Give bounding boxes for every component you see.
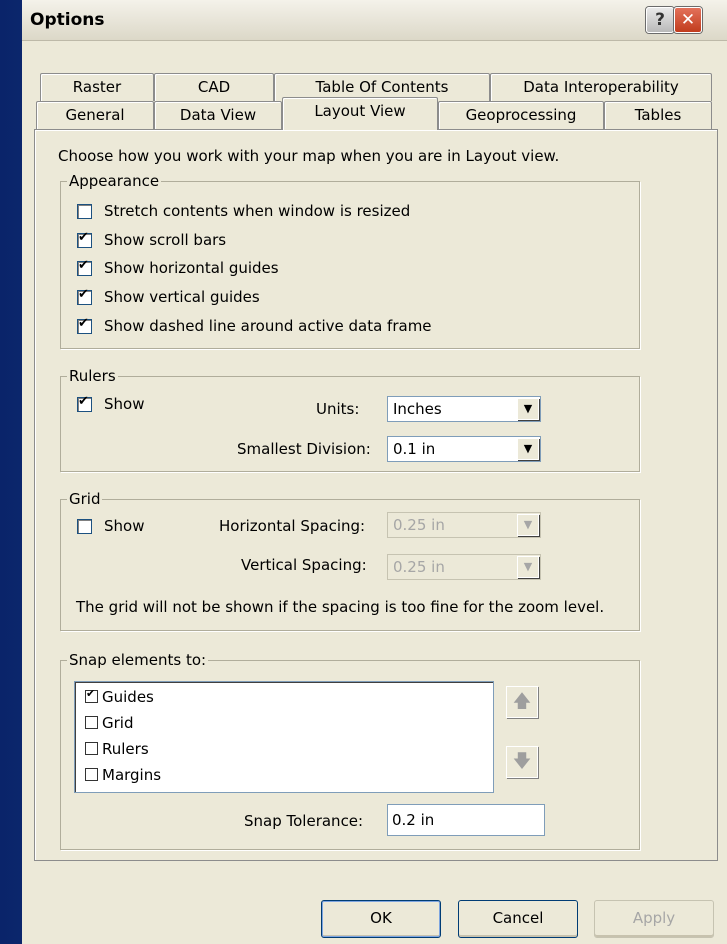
horizontal-guides-checkbox[interactable] (77, 258, 92, 276)
dashed-line-label: Show dashed line around active data fram… (104, 317, 432, 335)
scroll-bars-checkbox[interactable] (77, 230, 92, 248)
rulers-show-label: Show (104, 395, 145, 413)
grid-legend: Grid (67, 490, 103, 508)
tab-geoprocessing[interactable]: Geoprocessing (438, 101, 604, 129)
move-up-button[interactable]: 🡅 (506, 686, 538, 718)
snap-guides-label: Guides (102, 688, 154, 706)
cancel-button[interactable]: Cancel (458, 900, 578, 938)
dashed-line-checkbox[interactable] (77, 316, 92, 334)
appearance-legend: Appearance (67, 172, 162, 190)
snap-item-grid[interactable]: Grid (85, 714, 133, 732)
horizontal-spacing-value: 0.25 in (393, 516, 445, 534)
snap-rulers-label: Rulers (102, 740, 149, 758)
vertical-spacing-select[interactable]: 0.25 in ▼ (387, 554, 541, 580)
grid-show-label: Show (104, 517, 145, 535)
units-value: Inches (393, 400, 442, 418)
move-down-button[interactable]: 🡇 (506, 746, 538, 778)
snap-guides-checkbox[interactable] (85, 687, 98, 703)
help-button[interactable]: ? (646, 7, 674, 33)
arrow-down-icon: 🡇 (512, 751, 532, 772)
tab-general[interactable]: General (36, 101, 154, 129)
vertical-guides-label: Show vertical guides (104, 288, 260, 306)
arrow-up-icon: 🡅 (512, 691, 532, 712)
tab-raster[interactable]: Raster (40, 73, 154, 101)
tab-cad[interactable]: CAD (154, 73, 274, 101)
apply-button[interactable]: Apply (594, 900, 714, 938)
snap-legend: Snap elements to: (67, 651, 209, 669)
snap-rulers-checkbox[interactable] (85, 742, 98, 755)
horizontal-guides-label: Show horizontal guides (104, 259, 279, 277)
rulers-legend: Rulers (67, 367, 118, 385)
snap-tolerance-input[interactable]: 0.2 in (387, 804, 545, 836)
smallest-division-value: 0.1 in (393, 440, 436, 458)
tab-layout-view[interactable]: Layout View (282, 97, 438, 130)
smallest-division-label: Smallest Division: (237, 440, 371, 458)
vertical-spacing-label: Vertical Spacing: (241, 556, 367, 574)
chevron-down-icon[interactable]: ▼ (517, 556, 539, 578)
close-button[interactable]: ✕ (674, 7, 702, 33)
snap-tolerance-label: Snap Tolerance: (244, 812, 364, 830)
chevron-down-icon[interactable]: ▼ (517, 398, 539, 420)
snap-grid-checkbox[interactable] (85, 716, 98, 729)
grid-note: The grid will not be shown if the spacin… (76, 598, 605, 616)
tab-data-interoperability[interactable]: Data Interoperability (490, 73, 712, 101)
snap-margins-checkbox[interactable] (85, 768, 98, 781)
vertical-guides-checkbox[interactable] (77, 287, 92, 305)
snap-item-margins[interactable]: Margins (85, 766, 161, 784)
horizontal-spacing-label: Horizontal Spacing: (219, 517, 366, 535)
tab-data-view[interactable]: Data View (154, 101, 282, 129)
snap-grid-label: Grid (102, 714, 134, 732)
grid-show-checkbox[interactable] (77, 519, 92, 534)
title-bar: Options ? ✕ (22, 0, 727, 41)
chevron-down-icon[interactable]: ▼ (517, 438, 539, 460)
tab-tables[interactable]: Tables (604, 101, 712, 129)
intro-text: Choose how you work with your map when y… (58, 147, 560, 165)
scroll-bars-label: Show scroll bars (104, 231, 227, 249)
vertical-spacing-value: 0.25 in (393, 558, 445, 576)
chevron-down-icon[interactable]: ▼ (517, 514, 539, 536)
rulers-show-checkbox[interactable] (77, 394, 92, 412)
window-title: Options (30, 10, 105, 30)
smallest-division-select[interactable]: 0.1 in ▼ (387, 436, 541, 462)
snap-listbox[interactable]: Guides Grid Rulers Margins (74, 681, 494, 793)
ok-button[interactable]: OK (321, 900, 441, 938)
snap-item-rulers[interactable]: Rulers (85, 740, 149, 758)
options-window: Options ? ✕ Raster CAD Table Of Contents… (0, 0, 727, 944)
snap-item-guides[interactable]: Guides (85, 687, 154, 706)
units-select[interactable]: Inches ▼ (387, 396, 541, 422)
stretch-label: Stretch contents when window is resized (104, 202, 411, 220)
stretch-checkbox[interactable] (77, 204, 92, 219)
units-label: Units: (316, 400, 360, 418)
snap-margins-label: Margins (102, 766, 162, 784)
horizontal-spacing-select[interactable]: 0.25 in ▼ (387, 512, 541, 538)
